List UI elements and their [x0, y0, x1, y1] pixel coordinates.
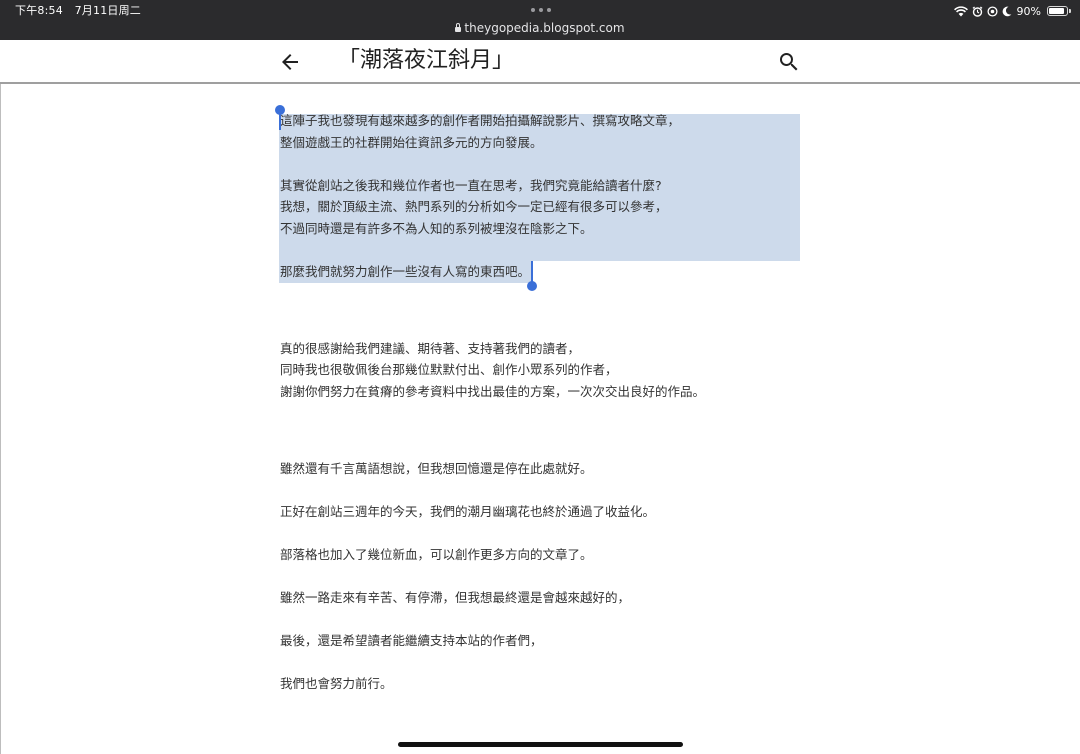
- alarm-icon: [972, 6, 983, 17]
- article-line: 我們也會努力前行。: [280, 676, 393, 692]
- app-bar: 「潮落夜江斜月」: [0, 40, 1080, 84]
- article-line: 那麼我們就努力創作一些沒有人寫的東西吧。: [280, 263, 531, 279]
- article-line: 雖然一路走來有辛苦、有停滯，但我想最終還是會越來越好的，: [280, 590, 631, 606]
- status-time-date: 下午8:54 7月11日周二: [15, 3, 141, 18]
- address-url: theygopedia.blogspot.com: [464, 21, 625, 35]
- selection-start-knob[interactable]: [275, 105, 285, 115]
- search-icon: [780, 53, 798, 71]
- battery-icon: [1047, 6, 1071, 16]
- article-line: 這陣子我也發現有越來越多的創作者開始拍攝解說影片、撰寫攻略文章，: [280, 113, 681, 128]
- moon-icon: [1002, 6, 1012, 17]
- status-bar: 下午8:54 7月11日周二 theygopedia.blogspot.com: [0, 0, 1080, 40]
- battery-level-fill: [1049, 8, 1064, 14]
- article-line: 其實從創站之後我和幾位作者也一直在思考，我們究竟能給讀者什麼?: [280, 177, 662, 193]
- article-line: 不過同時還是有許多不為人知的系列被埋沒在陰影之下。: [280, 220, 593, 236]
- wifi-icon: [953, 5, 968, 17]
- page-left-border: [0, 84, 1, 754]
- page-title: 「潮落夜江斜月」: [338, 48, 515, 73]
- multitasking-dots-icon[interactable]: [531, 8, 551, 12]
- back-button[interactable]: [278, 50, 302, 74]
- article-line: 部落格也加入了幾位新血，可以創作更多方向的文章了。: [280, 547, 593, 563]
- focus-icon: [986, 5, 998, 17]
- battery-percentage: 90%: [1016, 4, 1041, 18]
- article-line: 真的很感謝給我們建議、期待著、支持著我們的讀者，: [280, 340, 581, 356]
- web-page: 「潮落夜江斜月」 這陣子我也發現有越來越多的創作者開始拍攝解說影片、撰寫攻略文章…: [0, 40, 1080, 754]
- article-line: 謝謝你們努力在貧瘠的參考資料中找出最佳的方案，一次次交出良好的作品。: [280, 383, 706, 399]
- article-line: 雖然還有千言萬語想說，但我想回憶還是停在此處就好。: [280, 461, 593, 477]
- article-line: 整個遊戲王的社群開始往資訊多元的方向發展。: [280, 134, 543, 150]
- status-time: 下午8:54: [15, 4, 63, 17]
- article-line: 正好在創站三週年的今天，我們的潮月幽璃花也終於通過了收益化。: [280, 504, 656, 520]
- home-indicator[interactable]: [398, 742, 683, 747]
- address-bar[interactable]: theygopedia.blogspot.com: [0, 20, 1080, 36]
- article-line: 同時我也很敬佩後台那幾位默默付出、創作小眾系列的作者，: [280, 362, 618, 378]
- selection-end-knob[interactable]: [527, 281, 537, 291]
- status-indicators: 90%: [953, 3, 1071, 19]
- status-date: 7月11日周二: [74, 4, 142, 17]
- search-button[interactable]: [777, 50, 801, 74]
- lock-icon: [455, 23, 462, 33]
- article-line: 我想，關於頂級主流、熱門系列的分析如今一定已經有很多可以參考，: [280, 199, 668, 214]
- article-line: 最後，還是希望讀者能繼續支持本站的作者們，: [280, 633, 543, 649]
- arrow-left-icon: [282, 54, 298, 70]
